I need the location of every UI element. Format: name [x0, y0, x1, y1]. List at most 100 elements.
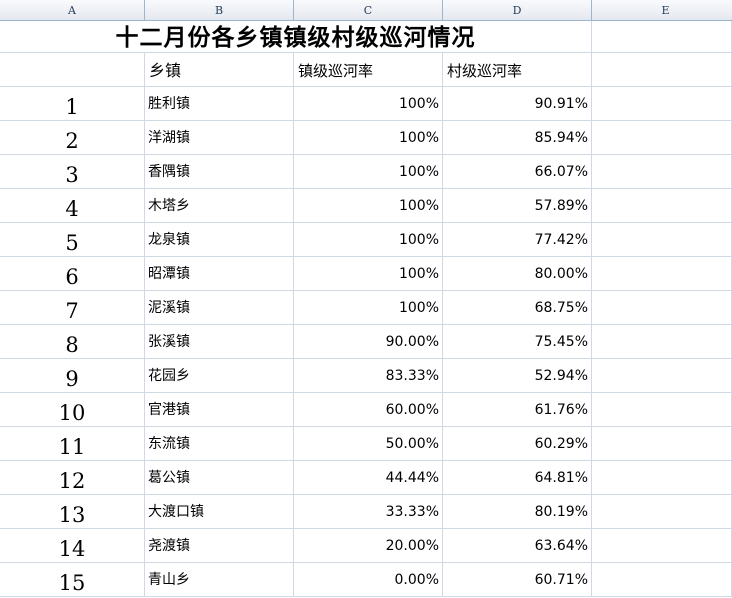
table-row: 1 胜利镇 100% 90.91% [0, 87, 732, 121]
row-index-cell[interactable]: 5 [0, 223, 145, 257]
town-rate-cell[interactable]: 90.00% [294, 325, 443, 359]
sheet-title[interactable]: 十二月份各乡镇镇级村级巡河情况 [0, 21, 592, 53]
empty-cell-e[interactable] [592, 223, 732, 257]
header-index-cell[interactable] [0, 53, 145, 87]
village-rate-cell[interactable]: 68.75% [443, 291, 592, 325]
village-rate-cell[interactable]: 85.94% [443, 121, 592, 155]
cell-e1[interactable] [592, 21, 732, 53]
column-header-e[interactable]: E [592, 0, 732, 20]
table-row: 11 东流镇 50.00% 60.29% [0, 427, 732, 461]
village-rate-cell[interactable]: 60.29% [443, 427, 592, 461]
empty-cell-e[interactable] [592, 257, 732, 291]
town-rate-cell[interactable]: 44.44% [294, 461, 443, 495]
town-rate-cell[interactable]: 100% [294, 257, 443, 291]
row-index-cell[interactable]: 7 [0, 291, 145, 325]
town-rate-cell[interactable]: 100% [294, 223, 443, 257]
header-town-cell[interactable]: 乡镇 [145, 53, 294, 87]
row-index-cell[interactable]: 6 [0, 257, 145, 291]
village-rate-cell[interactable]: 60.71% [443, 563, 592, 597]
village-rate-cell[interactable]: 75.45% [443, 325, 592, 359]
town-rate-cell[interactable]: 83.33% [294, 359, 443, 393]
town-name-cell[interactable]: 青山乡 [145, 563, 294, 597]
village-rate-cell[interactable]: 64.81% [443, 461, 592, 495]
table-row: 4 木塔乡 100% 57.89% [0, 189, 732, 223]
town-name-cell[interactable]: 木塔乡 [145, 189, 294, 223]
table-row: 14 尧渡镇 20.00% 63.64% [0, 529, 732, 563]
empty-cell-e[interactable] [592, 427, 732, 461]
row-index-cell[interactable]: 10 [0, 393, 145, 427]
town-name-cell[interactable]: 香隅镇 [145, 155, 294, 189]
town-rate-cell[interactable]: 0.00% [294, 563, 443, 597]
table-row: 2 洋湖镇 100% 85.94% [0, 121, 732, 155]
town-name-cell[interactable]: 官港镇 [145, 393, 294, 427]
town-name-cell[interactable]: 昭潭镇 [145, 257, 294, 291]
empty-cell-e[interactable] [592, 325, 732, 359]
empty-cell-e[interactable] [592, 121, 732, 155]
town-rate-cell[interactable]: 33.33% [294, 495, 443, 529]
town-rate-cell[interactable]: 100% [294, 121, 443, 155]
village-rate-cell[interactable]: 80.00% [443, 257, 592, 291]
village-rate-cell[interactable]: 90.91% [443, 87, 592, 121]
table-row: 12 葛公镇 44.44% 64.81% [0, 461, 732, 495]
table-row: 10 官港镇 60.00% 61.76% [0, 393, 732, 427]
empty-cell-e[interactable] [592, 359, 732, 393]
table-row: 13 大渡口镇 33.33% 80.19% [0, 495, 732, 529]
table-row: 9 花园乡 83.33% 52.94% [0, 359, 732, 393]
village-rate-cell[interactable]: 77.42% [443, 223, 592, 257]
header-town-rate-cell[interactable]: 镇级巡河率 [294, 53, 443, 87]
table-row: 5 龙泉镇 100% 77.42% [0, 223, 732, 257]
empty-cell-e[interactable] [592, 529, 732, 563]
table-row: 15 青山乡 0.00% 60.71% [0, 563, 732, 597]
town-rate-cell[interactable]: 100% [294, 291, 443, 325]
empty-cell-e[interactable] [592, 87, 732, 121]
town-name-cell[interactable]: 泥溪镇 [145, 291, 294, 325]
row-index-cell[interactable]: 2 [0, 121, 145, 155]
town-rate-cell[interactable]: 20.00% [294, 529, 443, 563]
town-rate-cell[interactable]: 100% [294, 87, 443, 121]
empty-cell-e[interactable] [592, 291, 732, 325]
row-index-cell[interactable]: 11 [0, 427, 145, 461]
column-header-c[interactable]: C [294, 0, 443, 20]
empty-cell-e[interactable] [592, 393, 732, 427]
empty-cell-e[interactable] [592, 563, 732, 597]
town-rate-cell[interactable]: 60.00% [294, 393, 443, 427]
village-rate-cell[interactable]: 61.76% [443, 393, 592, 427]
row-index-cell[interactable]: 3 [0, 155, 145, 189]
village-rate-cell[interactable]: 63.64% [443, 529, 592, 563]
town-rate-cell[interactable]: 50.00% [294, 427, 443, 461]
empty-cell-e[interactable] [592, 495, 732, 529]
village-rate-cell[interactable]: 66.07% [443, 155, 592, 189]
town-name-cell[interactable]: 张溪镇 [145, 325, 294, 359]
column-header-a[interactable]: A [0, 0, 145, 20]
row-index-cell[interactable]: 1 [0, 87, 145, 121]
empty-cell-e[interactable] [592, 461, 732, 495]
cell-e2[interactable] [592, 53, 732, 87]
village-rate-cell[interactable]: 52.94% [443, 359, 592, 393]
empty-cell-e[interactable] [592, 189, 732, 223]
row-index-cell[interactable]: 4 [0, 189, 145, 223]
town-name-cell[interactable]: 龙泉镇 [145, 223, 294, 257]
town-name-cell[interactable]: 葛公镇 [145, 461, 294, 495]
town-name-cell[interactable]: 花园乡 [145, 359, 294, 393]
row-index-cell[interactable]: 8 [0, 325, 145, 359]
town-rate-cell[interactable]: 100% [294, 189, 443, 223]
village-rate-cell[interactable]: 80.19% [443, 495, 592, 529]
village-rate-cell[interactable]: 57.89% [443, 189, 592, 223]
town-name-cell[interactable]: 胜利镇 [145, 87, 294, 121]
town-name-cell[interactable]: 东流镇 [145, 427, 294, 461]
column-header-b[interactable]: B [145, 0, 294, 20]
row-index-cell[interactable]: 12 [0, 461, 145, 495]
row-index-cell[interactable]: 13 [0, 495, 145, 529]
row-index-cell[interactable]: 9 [0, 359, 145, 393]
town-name-cell[interactable]: 洋湖镇 [145, 121, 294, 155]
table-row: 6 昭潭镇 100% 80.00% [0, 257, 732, 291]
town-name-cell[interactable]: 尧渡镇 [145, 529, 294, 563]
town-rate-cell[interactable]: 100% [294, 155, 443, 189]
column-header-d[interactable]: D [443, 0, 592, 20]
row-index-cell[interactable]: 15 [0, 563, 145, 597]
table-row: 7 泥溪镇 100% 68.75% [0, 291, 732, 325]
header-village-rate-cell[interactable]: 村级巡河率 [443, 53, 592, 87]
row-index-cell[interactable]: 14 [0, 529, 145, 563]
town-name-cell[interactable]: 大渡口镇 [145, 495, 294, 529]
empty-cell-e[interactable] [592, 155, 732, 189]
